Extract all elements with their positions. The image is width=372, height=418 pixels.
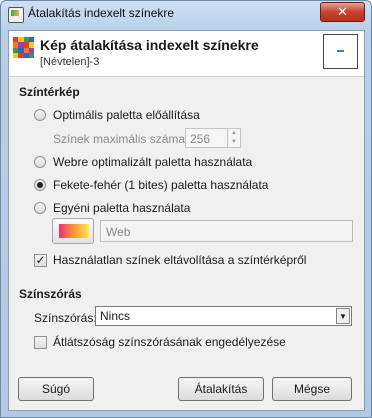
radio-optimal-palette-label: Optimális paletta előállítása	[53, 108, 200, 122]
remove-unused-row[interactable]: ✓ Használatlan színek eltávolítása a szí…	[34, 253, 306, 267]
remove-unused-checkbox[interactable]: ✓	[34, 253, 47, 267]
indexed-colors-icon	[13, 37, 34, 58]
radio-bw-palette-label: Fekete-fehér (1 bites) paletta használat…	[53, 178, 269, 192]
dialog-heading: Kép átalakítása indexelt színekre	[40, 37, 259, 53]
radio-custom-palette[interactable]: Egyéni paletta használata	[34, 201, 190, 215]
dither-select[interactable]: Nincs ▼	[95, 306, 352, 326]
palette-gradient-icon	[59, 224, 89, 238]
chevron-down-icon[interactable]: ▼	[336, 308, 350, 324]
image-name: [Névtelen]-3	[40, 56, 100, 68]
dither-label-row: Színszórás:	[34, 311, 97, 325]
spin-arrows-icon[interactable]: ▲ ▼	[227, 129, 240, 147]
max-colors-row: Színek maximális száma:	[53, 132, 188, 146]
dither-value: Nincs	[100, 309, 131, 323]
max-colors-spinbox[interactable]: 256 ▲ ▼	[185, 128, 241, 148]
dialog-window: Átalakítás indexelt színekre ✕ Kép átala…	[0, 0, 372, 418]
dialog-header: Kép átalakítása indexelt színekre [Névte…	[9, 31, 364, 77]
help-button[interactable]: Súgó	[18, 377, 94, 401]
max-colors-label: Színek maximális száma:	[53, 132, 189, 146]
transparency-dither-checkbox[interactable]	[34, 335, 47, 349]
radio-custom-palette-label: Egyéni paletta használata	[53, 201, 191, 215]
window-title: Átalakítás indexelt színekre	[28, 6, 175, 20]
radio-button-selected[interactable]	[34, 179, 46, 191]
title-bar[interactable]: Átalakítás indexelt színekre ✕	[1, 1, 371, 27]
cancel-button[interactable]: Mégse	[272, 377, 352, 401]
convert-button[interactable]: Átalakítás	[178, 377, 264, 401]
max-colors-value: 256	[190, 132, 211, 146]
radio-button[interactable]	[34, 202, 46, 214]
dither-label: Színszórás:	[34, 311, 97, 325]
gimp-app-icon	[8, 7, 24, 23]
radio-web-palette-label: Webre optimalizált paletta használata	[53, 155, 253, 169]
close-button[interactable]: ✕	[320, 2, 365, 22]
radio-web-palette[interactable]: Webre optimalizált paletta használata	[34, 155, 252, 169]
radio-optimal-palette[interactable]: Optimális paletta előállítása	[34, 108, 200, 122]
radio-button[interactable]	[34, 109, 46, 121]
radio-bw-palette[interactable]: Fekete-fehér (1 bites) paletta használat…	[34, 178, 268, 192]
dialog-body: Kép átalakítása indexelt színekre [Névte…	[8, 30, 365, 411]
transparency-dither-row[interactable]: Átlátszóság színszórásának engedélyezése	[34, 335, 286, 349]
palette-picker-button[interactable]	[52, 218, 94, 244]
colormap-section-title: Színtérkép	[19, 85, 80, 99]
image-preview-thumbnail	[323, 34, 358, 69]
remove-unused-label: Használatlan színek eltávolítása a színt…	[53, 253, 307, 267]
dithering-section-title: Színszórás	[19, 287, 82, 301]
radio-button[interactable]	[34, 156, 46, 168]
custom-palette-field[interactable]: Web	[100, 220, 353, 242]
transparency-dither-label: Átlátszóság színszórásának engedélyezése	[53, 335, 286, 349]
